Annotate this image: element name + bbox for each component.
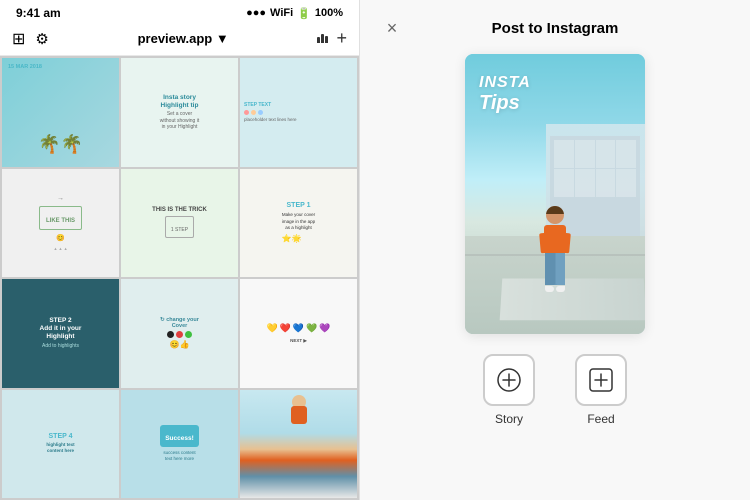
post-panel: × Post to Instagram — [360, 0, 750, 500]
feed-option[interactable]: Feed — [575, 354, 627, 426]
gear-icon[interactable]: ⚙ — [35, 30, 48, 48]
nav-bar: ⊞ ⚙ preview.app ▼ + — [0, 24, 359, 56]
battery-icon: 🔋 — [297, 7, 311, 20]
grid-cell-11[interactable]: Success! success contenttext here more — [121, 390, 238, 499]
photo-grid: 15 MAR 2018 🌴🌴 Insta storyHighlight tip … — [0, 56, 359, 500]
signal-icon: ●●● — [246, 7, 266, 19]
grid-cell-4[interactable]: → LIKE THIS 😊 ▲ ▲ ▲ — [2, 169, 119, 278]
nav-title: preview.app ▼ — [49, 31, 318, 46]
preview-overlay-text: INSTA Tips — [479, 74, 531, 115]
story-plus-circle-icon — [495, 366, 523, 394]
status-time: 9:41 am — [16, 6, 61, 20]
story-label: Story — [495, 412, 523, 426]
nav-right: + — [317, 28, 347, 49]
post-options-row: Story Feed — [380, 354, 730, 426]
post-header: × Post to Instagram — [380, 16, 730, 40]
grid-cell-2[interactable]: Insta storyHighlight tip Set a coverwith… — [121, 58, 238, 167]
status-icons: ●●● WiFi 🔋 100% — [246, 7, 343, 20]
grid-cell-6[interactable]: STEP 1 Make your coverimage in the appas… — [240, 169, 357, 278]
grid-cell-8[interactable]: ↻ change yourCover 😊👍 — [121, 279, 238, 388]
battery-label: 100% — [315, 7, 343, 19]
grid-cell-5[interactable]: THIS IS THE TRICK 1 STEP — [121, 169, 238, 278]
grid-cell-9[interactable]: 💛 ❤️ 💙 💚 💜 NEXT ▶ — [240, 279, 357, 388]
story-icon-box[interactable] — [483, 354, 535, 406]
feed-label: Feed — [587, 412, 614, 426]
calendar-icon[interactable]: ⊞ — [12, 29, 25, 49]
post-title: Post to Instagram — [414, 20, 696, 37]
wifi-icon: WiFi — [270, 7, 293, 19]
story-option[interactable]: Story — [483, 354, 535, 426]
close-button[interactable]: × — [380, 16, 404, 40]
status-bar: 9:41 am ●●● WiFi 🔋 100% — [0, 0, 359, 24]
chart-icon[interactable] — [317, 34, 328, 43]
grid-cell-10[interactable]: STEP 4 highlight textcontent here — [2, 390, 119, 499]
grid-cell-1[interactable]: 15 MAR 2018 🌴🌴 — [2, 58, 119, 167]
preview-image: INSTA Tips — [465, 54, 645, 334]
phone-panel: 9:41 am ●●● WiFi 🔋 100% ⊞ ⚙ preview.app … — [0, 0, 360, 500]
nav-left: ⊞ ⚙ — [12, 29, 49, 49]
add-icon[interactable]: + — [336, 28, 347, 49]
grid-cell-12[interactable] — [240, 390, 357, 499]
grid-cell-3[interactable]: STEP TEXT placeholder text lines here — [240, 58, 357, 167]
grid-cell-7[interactable]: STEP 2Add it in yourHighlight Add to hig… — [2, 279, 119, 388]
feed-icon-box[interactable] — [575, 354, 627, 406]
feed-plus-square-icon — [587, 366, 615, 394]
